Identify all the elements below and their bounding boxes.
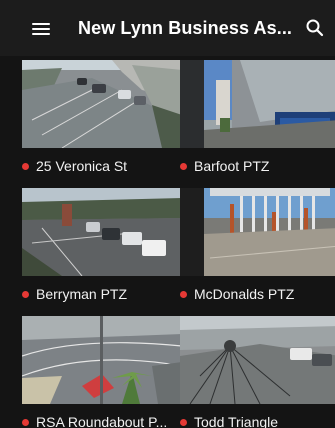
search-icon[interactable] bbox=[305, 18, 325, 38]
status-dot-icon bbox=[180, 162, 187, 170]
camera-label: RSA Roundabout P... bbox=[36, 414, 168, 428]
status-dot-icon bbox=[180, 418, 187, 426]
camera-label: Todd Triangle bbox=[194, 414, 279, 428]
camera-tile[interactable]: McDonalds PTZ bbox=[180, 188, 335, 313]
status-dot-icon bbox=[22, 290, 29, 298]
camera-caption: Todd Triangle bbox=[180, 412, 335, 428]
app-screen: New Lynn Business As... 25 Veronica St B… bbox=[0, 0, 335, 428]
camera-caption: Barfoot PTZ bbox=[180, 156, 335, 176]
status-dot-icon bbox=[22, 162, 29, 170]
camera-tile[interactable]: RSA Roundabout P... bbox=[22, 316, 182, 428]
camera-caption: RSA Roundabout P... bbox=[22, 412, 182, 428]
status-dot-icon bbox=[22, 418, 29, 426]
camera-label: Berryman PTZ bbox=[36, 286, 128, 302]
camera-thumbnail[interactable] bbox=[180, 188, 335, 276]
camera-tile[interactable]: 25 Veronica St bbox=[22, 60, 182, 185]
status-dot-icon bbox=[180, 290, 187, 298]
camera-caption: 25 Veronica St bbox=[22, 156, 182, 176]
camera-label: McDonalds PTZ bbox=[194, 286, 295, 302]
camera-thumbnail[interactable] bbox=[180, 60, 335, 148]
hamburger-menu-icon[interactable] bbox=[32, 20, 52, 36]
camera-tile[interactable]: Barfoot PTZ bbox=[180, 60, 335, 185]
camera-caption: Berryman PTZ bbox=[22, 284, 182, 304]
camera-thumbnail[interactable] bbox=[22, 188, 182, 276]
camera-thumbnail[interactable] bbox=[22, 316, 182, 404]
top-app-bar: New Lynn Business As... bbox=[0, 0, 335, 56]
camera-caption: McDonalds PTZ bbox=[180, 284, 335, 304]
camera-label: Barfoot PTZ bbox=[194, 158, 270, 174]
camera-tile[interactable]: Berryman PTZ bbox=[22, 188, 182, 313]
camera-label: 25 Veronica St bbox=[36, 158, 128, 174]
page-title: New Lynn Business As... bbox=[78, 18, 293, 38]
camera-tile[interactable]: Todd Triangle bbox=[180, 316, 335, 428]
camera-thumbnail[interactable] bbox=[180, 316, 335, 404]
camera-thumbnail[interactable] bbox=[22, 60, 182, 148]
